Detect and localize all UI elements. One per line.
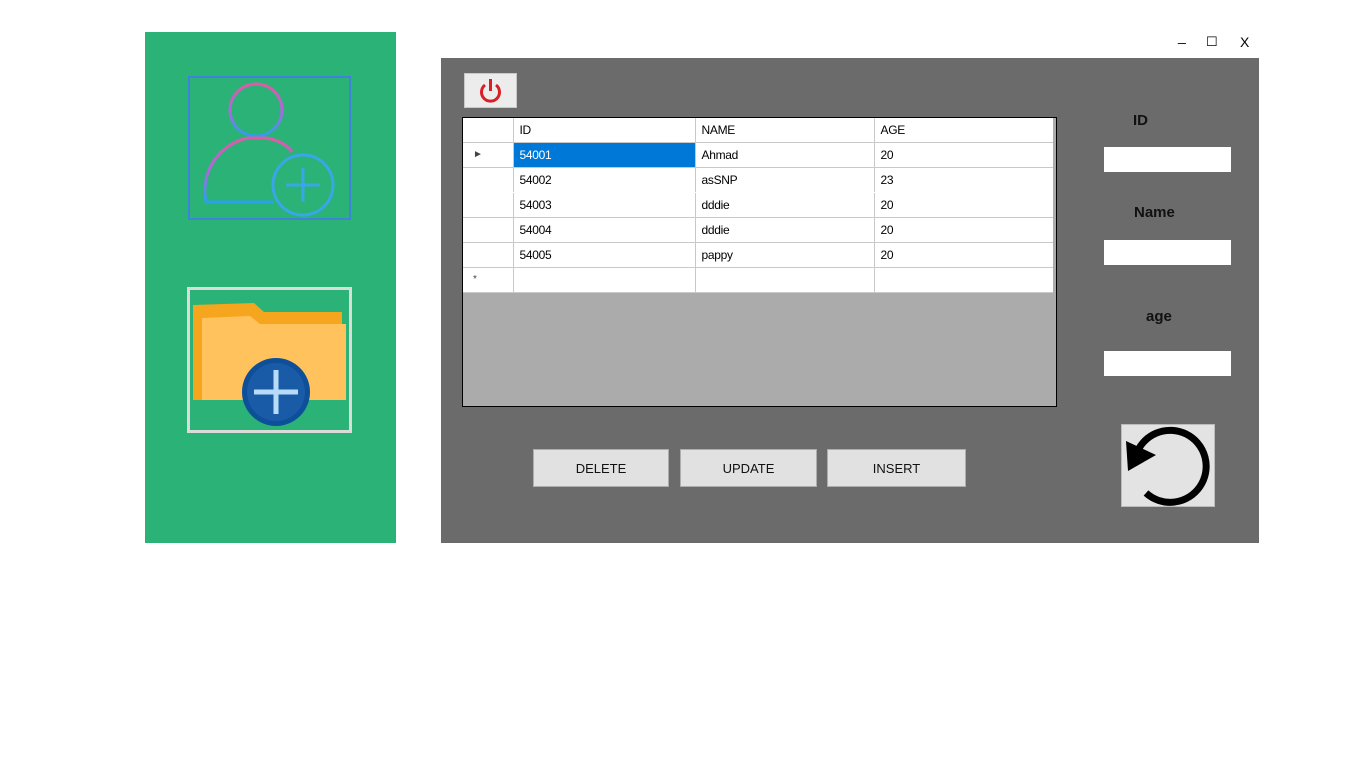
data-grid[interactable]: ID NAME AGE ► 54001 Ahmad 20 54002 asSNP… [462, 117, 1057, 407]
id-label: ID [1133, 112, 1148, 129]
cell-name[interactable]: asSNP [695, 167, 875, 193]
column-header-name[interactable]: NAME [695, 118, 875, 143]
cell-id[interactable]: 54001 [513, 142, 696, 168]
add-user-button[interactable] [188, 76, 351, 220]
sidebar [145, 32, 396, 543]
delete-button[interactable]: DELETE [533, 449, 669, 487]
add-folder-icon [193, 303, 346, 426]
cell-age[interactable]: 20 [874, 192, 1053, 218]
table-row[interactable]: 54005 pappy 20 [463, 242, 1053, 268]
row-selector[interactable] [463, 242, 514, 268]
new-row-marker: * [463, 267, 514, 293]
refresh-button[interactable] [1121, 424, 1215, 507]
row-selector[interactable] [463, 217, 514, 243]
new-cell-id[interactable] [513, 267, 696, 293]
name-field[interactable] [1104, 240, 1231, 265]
insert-button[interactable]: INSERT [827, 449, 966, 487]
cell-name[interactable]: pappy [695, 242, 875, 268]
minimize-button[interactable]: _ [1178, 28, 1186, 44]
cell-id[interactable]: 54005 [513, 242, 696, 268]
new-row[interactable]: * [463, 267, 1053, 293]
cell-age[interactable]: 20 [874, 142, 1053, 168]
add-folder-button[interactable] [187, 287, 352, 433]
table-row[interactable]: 54003 dddie 20 [463, 192, 1053, 218]
window-controls: _ ☐ X [1172, 28, 1262, 52]
new-cell-name[interactable] [695, 267, 875, 293]
cell-name[interactable]: dddie [695, 217, 875, 243]
row-selector[interactable] [463, 192, 514, 218]
cell-age[interactable]: 20 [874, 242, 1053, 268]
power-button[interactable] [464, 73, 517, 108]
cell-name[interactable]: dddie [695, 192, 875, 218]
column-header-age[interactable]: AGE [874, 118, 1053, 143]
column-header-id[interactable]: ID [513, 118, 696, 143]
update-button[interactable]: UPDATE [680, 449, 817, 487]
row-header-corner [463, 118, 514, 143]
cell-id[interactable]: 54004 [513, 217, 696, 243]
age-field[interactable] [1104, 351, 1231, 376]
table-row[interactable]: ► 54001 Ahmad 20 [463, 142, 1053, 168]
main-panel: ID NAME AGE ► 54001 Ahmad 20 54002 asSNP… [441, 58, 1259, 543]
new-cell-age[interactable] [874, 267, 1053, 293]
cell-age[interactable]: 20 [874, 217, 1053, 243]
id-field[interactable] [1104, 147, 1231, 172]
cell-age[interactable]: 23 [874, 167, 1053, 193]
table-row[interactable]: 54004 dddie 20 [463, 217, 1053, 243]
name-label: Name [1134, 204, 1175, 221]
maximize-button[interactable]: ☐ [1206, 34, 1218, 50]
add-user-icon [203, 82, 335, 217]
grid-header-row: ID NAME AGE [463, 118, 1053, 143]
power-icon [480, 79, 501, 103]
cell-name[interactable]: Ahmad [695, 142, 875, 168]
row-selector[interactable]: ► [463, 142, 514, 168]
row-selector[interactable] [463, 167, 514, 193]
close-button[interactable]: X [1240, 34, 1249, 50]
refresh-icon [1126, 426, 1210, 506]
cell-id[interactable]: 54003 [513, 192, 696, 218]
table-row[interactable]: 54002 asSNP 23 [463, 167, 1053, 193]
cell-id[interactable]: 54002 [513, 167, 696, 193]
age-label: age [1146, 308, 1172, 325]
